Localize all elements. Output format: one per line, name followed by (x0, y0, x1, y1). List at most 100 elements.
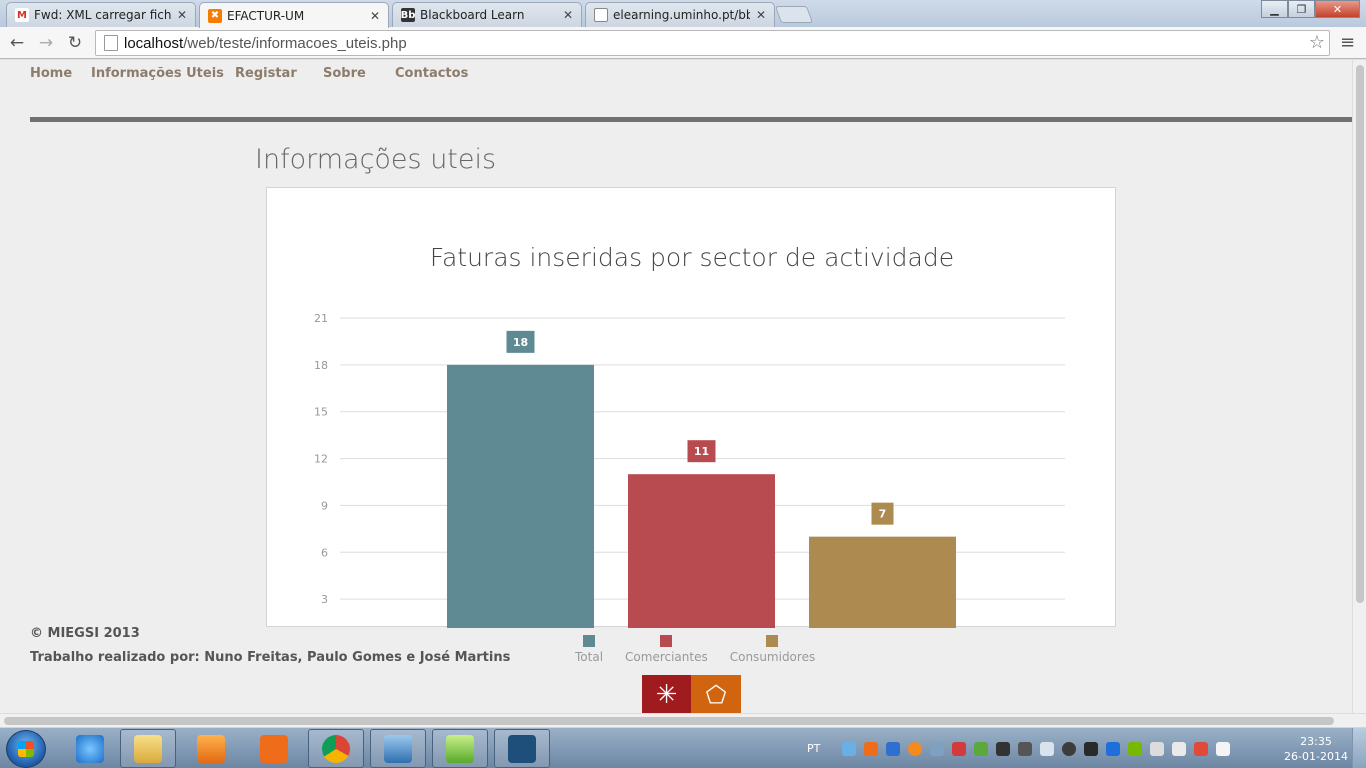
university-logo: ✳ ⬠ (642, 675, 741, 713)
vertical-scrollbar[interactable] (1352, 60, 1366, 713)
url-path: /web/teste/informacoes_uteis.php (183, 34, 407, 52)
y-tick-label: 9 (321, 499, 328, 512)
system-tray: PT (807, 728, 1238, 768)
tab-title: elearning.uminho.pt/bbcs (613, 8, 750, 22)
close-tab-icon[interactable]: ✕ (370, 9, 380, 23)
y-tick-label: 21 (314, 312, 328, 325)
close-tab-icon[interactable]: ✕ (177, 8, 187, 22)
onedrive-icon[interactable] (842, 741, 857, 756)
credits-text: Trabalho realizado por: Nuno Freitas, Pa… (30, 650, 511, 665)
mysql-workbench-icon[interactable] (494, 729, 550, 768)
media-player-icon[interactable] (183, 729, 239, 768)
y-tick-label: 18 (314, 359, 328, 372)
show-desktop-button[interactable] (1352, 728, 1366, 768)
bar-consumidores (809, 536, 956, 628)
close-tab-icon[interactable]: ✕ (563, 8, 573, 22)
nav-home[interactable]: Home (30, 66, 91, 81)
start-button[interactable] (6, 730, 46, 768)
usb-icon[interactable] (1084, 741, 1099, 756)
scroll-thumb[interactable] (1356, 65, 1364, 603)
page-icon (104, 35, 118, 51)
xampp-icon[interactable] (246, 729, 302, 768)
close-tab-icon[interactable]: ✕ (756, 8, 766, 22)
taskbar: PT 23:35 26-01-2014 (0, 727, 1366, 768)
tab-title: EFACTUR-UM (227, 8, 305, 23)
scroll-thumb[interactable] (4, 717, 1334, 725)
bar-chart: 03691215182118117Ano: 2013 (314, 312, 1065, 628)
legend-swatch (583, 635, 596, 647)
url-text: localhost/web/teste/informacoes_uteis.ph… (124, 35, 407, 52)
data-label: 7 (879, 508, 887, 521)
legend-label: Total (575, 650, 604, 664)
back-icon[interactable]: ← (6, 32, 28, 54)
internet-explorer-icon[interactable] (62, 729, 118, 768)
legend-swatch (660, 635, 673, 647)
tab-elearning[interactable]: elearning.uminho.pt/bbcs ✕ (585, 2, 775, 27)
minimize-icon[interactable]: ▁ (1261, 0, 1288, 18)
page-title: Informações uteis (255, 144, 497, 175)
browser-tab-strip: M Fwd: XML carregar ficheiro ✕ ✖ EFACTUR… (0, 0, 1366, 28)
legend-label: Consumidores (729, 650, 816, 664)
chrome-icon[interactable] (308, 729, 364, 768)
download-icon[interactable] (974, 741, 989, 756)
new-tab-button[interactable] (774, 6, 814, 23)
notepad-plus-plus-icon[interactable] (432, 729, 488, 768)
blackboard-icon: Bb (400, 8, 416, 22)
error-flag-icon[interactable] (952, 741, 967, 756)
site-nav: Home Informações Uteis Registar Sobre Co… (30, 66, 468, 81)
data-label: 11 (694, 445, 709, 458)
uminho-logo-icon: ✳ (642, 675, 691, 713)
clock-date: 26-01-2014 (1284, 750, 1348, 763)
pentagon-logo-icon: ⬠ (691, 675, 741, 713)
xampp-icon: ✖ (208, 8, 222, 23)
file-explorer-icon[interactable] (120, 729, 176, 768)
tab-title: Blackboard Learn (420, 8, 525, 22)
nav-registar[interactable]: Registar (235, 66, 323, 81)
menu-icon[interactable]: ≡ (1340, 32, 1355, 53)
restore-icon[interactable]: ❐ (1288, 0, 1315, 18)
browser-toolbar: ← → ↻ localhost/web/teste/informacoes_ut… (0, 27, 1366, 59)
nav-informacoes-uteis[interactable]: Informações Uteis (91, 66, 235, 81)
y-tick-label: 15 (314, 406, 328, 419)
data-label: 18 (513, 336, 528, 349)
y-tick-label: 6 (321, 546, 328, 559)
bluetooth-icon[interactable] (886, 741, 901, 756)
language-indicator[interactable]: PT (807, 742, 820, 755)
avast-icon[interactable] (908, 741, 923, 756)
legend-item-total[interactable]: Total (575, 635, 603, 664)
battery-icon[interactable] (1172, 741, 1187, 756)
tab-blackboard[interactable]: Bb Blackboard Learn ✕ (392, 2, 582, 27)
close-window-icon[interactable]: ✕ (1315, 0, 1360, 18)
tab-gmail[interactable]: M Fwd: XML carregar ficheiro ✕ (6, 2, 196, 27)
chart-card: Faturas inseridas por sector de activida… (266, 187, 1116, 628)
page-icon (594, 8, 608, 22)
safely-remove-icon[interactable] (1150, 741, 1165, 756)
horizontal-scrollbar[interactable] (0, 713, 1366, 727)
web-page: Home Informações Uteis Registar Sobre Co… (0, 60, 1352, 713)
monitor-icon[interactable] (996, 741, 1011, 756)
nvidia-icon[interactable] (1128, 741, 1143, 756)
virtualbox-icon[interactable] (370, 729, 426, 768)
gear-icon[interactable] (1062, 741, 1077, 756)
display-icon[interactable] (1018, 741, 1033, 756)
nav-contactos[interactable]: Contactos (395, 66, 468, 81)
forward-icon[interactable]: → (35, 32, 57, 54)
xampp-tray-icon[interactable] (864, 741, 879, 756)
address-bar[interactable]: localhost/web/teste/informacoes_uteis.ph… (95, 30, 1330, 56)
legend-item-comerciantes[interactable]: Comerciantes (625, 635, 708, 664)
y-tick-label: 3 (321, 593, 328, 606)
system-clock[interactable]: 23:35 26-01-2014 (1284, 734, 1348, 764)
tab-title: Fwd: XML carregar ficheiro (34, 8, 171, 22)
signal-strength-icon[interactable] (1216, 741, 1231, 756)
nav-sobre[interactable]: Sobre (323, 66, 395, 81)
action-center-icon[interactable] (1194, 741, 1209, 756)
network-sync-icon[interactable] (930, 741, 945, 756)
bluetooth-device-icon[interactable] (1106, 741, 1121, 756)
legend-item-consumidores[interactable]: Consumidores (730, 635, 815, 664)
bookmark-star-icon[interactable]: ☆ (1309, 32, 1325, 53)
tab-efactur[interactable]: ✖ EFACTUR-UM ✕ (199, 2, 389, 28)
window-controls: ▁ ❐ ✕ (1261, 0, 1360, 18)
volume-icon[interactable] (1040, 741, 1055, 756)
reload-icon[interactable]: ↻ (64, 32, 86, 54)
url-host: localhost (124, 34, 184, 52)
